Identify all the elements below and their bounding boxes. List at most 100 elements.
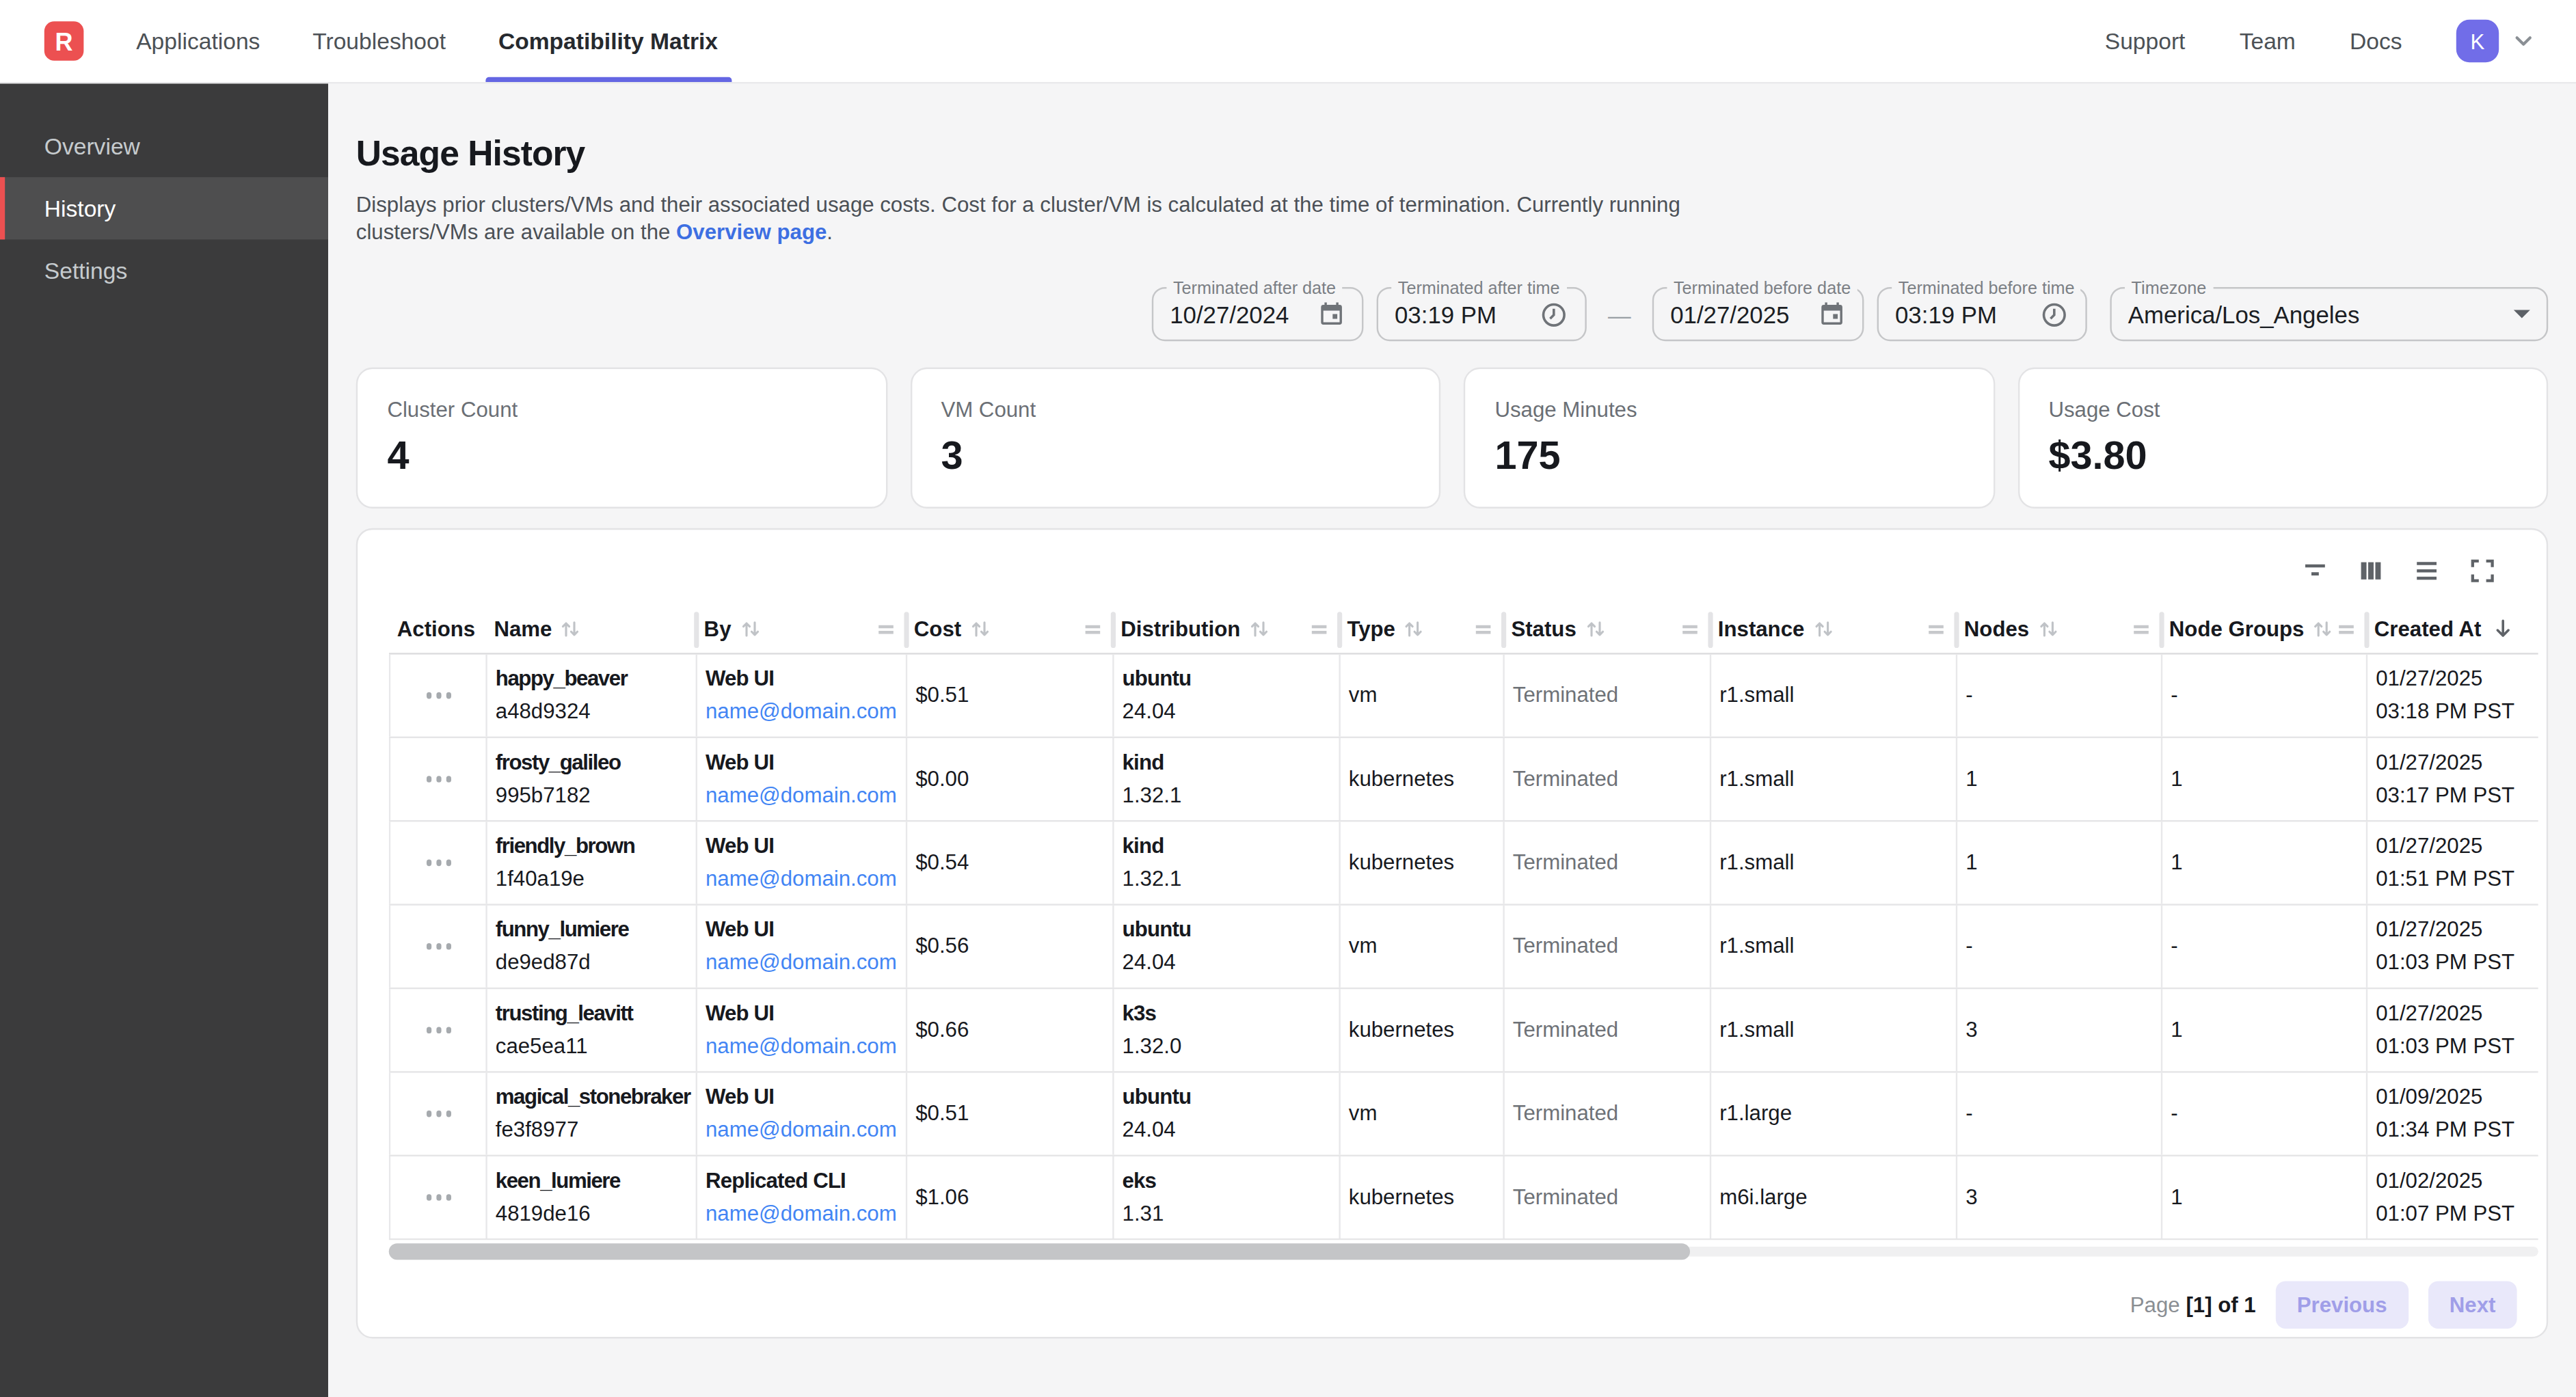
created-by: Web UI [706,663,899,696]
type-value: kubernetes [1349,1181,1497,1214]
columns-icon[interactable] [2356,556,2385,586]
stat-label: VM Count [941,397,1409,422]
replicated-logo[interactable]: R [44,21,84,61]
stat-usage-cost: Usage Cost $3.80 [2017,368,2548,508]
column-header-distribution[interactable]: Distribution [1112,606,1339,653]
creator-email-link[interactable]: name@domain.com [706,1030,899,1063]
column-menu-icon[interactable] [2132,619,2151,639]
sidebar-item-overview[interactable]: Overview [0,115,328,177]
sidebar-item-settings[interactable]: Settings [0,239,328,301]
column-menu-icon[interactable] [2337,619,2357,639]
type-value: kubernetes [1349,1014,1497,1046]
creator-email-link[interactable]: name@domain.com [706,947,899,979]
usage-table-card: Actions NameByCost Distribution TypeStatusI… [356,528,2548,1339]
creator-email-link[interactable]: name@domain.com [706,863,899,895]
nav-link-support[interactable]: Support [2105,28,2186,54]
nodes-value: - [1965,679,2154,712]
nodes-value: 1 [1965,763,2154,796]
table-toolbar [358,556,2497,586]
calendar-icon[interactable] [1818,300,1846,328]
avatar[interactable]: K [2456,20,2499,62]
row-actions-button[interactable] [389,822,486,904]
column-menu-icon[interactable] [1680,619,1700,639]
timezone-select[interactable]: Timezone America/Los_Angeles [2110,287,2548,341]
column-menu-icon[interactable] [1309,619,1329,639]
row-actions-button[interactable] [389,989,486,1071]
terminated-after-time-field[interactable]: Terminated after time 03:19 PM [1377,287,1587,341]
clock-icon[interactable] [1539,299,1568,329]
column-label: Nodes [1964,616,2029,641]
instance-value: r1.small [1719,679,1949,712]
clock-icon[interactable] [2039,299,2069,329]
creator-email-link[interactable]: name@domain.com [706,779,899,812]
row-actions-button[interactable] [389,1156,486,1238]
table-row: happy_beavera48d9324Web UIname@domain.co… [389,655,2538,738]
nodes-value: - [1965,930,2154,963]
table-row: funny_lumierede9ed87dWeb UIname@domain.c… [389,906,2538,989]
column-header-created_at[interactable]: Created At [2366,606,2538,653]
distribution-version: 24.04 [1123,696,1332,729]
row-actions-button[interactable] [389,906,486,988]
nodes-value: 1 [1965,846,2154,879]
cell-name: trusting_leavittcae5ea11 [485,989,695,1071]
column-header-nodes[interactable]: Nodes [1956,606,2161,653]
page-value: [1] [2186,1292,2212,1317]
density-icon[interactable] [2412,556,2441,586]
field-value: 01/27/2025 [1670,301,1789,327]
row-actions-button[interactable] [389,738,486,820]
row-actions-button[interactable] [389,1073,486,1155]
terminated-after-date-field[interactable]: Terminated after date 10/27/2024 [1152,287,1364,341]
creator-email-link[interactable]: name@domain.com [706,696,899,729]
cluster-id: cae5ea11 [496,1030,689,1063]
column-header-status[interactable]: Status [1503,606,1709,653]
column-header-by[interactable]: By [696,606,906,653]
overview-page-link[interactable]: Overview page [676,219,827,243]
distribution-name: kind [1123,746,1332,779]
previous-button[interactable]: Previous [2276,1281,2409,1329]
scrollbar-thumb[interactable] [389,1243,1689,1260]
tab-troubleshoot[interactable]: Troubleshoot [299,0,459,82]
ellipsis-icon [426,1027,451,1033]
row-actions-button[interactable] [389,655,486,737]
field-label: Terminated before time [1892,277,2081,297]
created-by: Web UI [706,746,899,779]
column-header-cost[interactable]: Cost [906,606,1112,653]
cell-nodes: 3 [1956,989,2161,1071]
next-button[interactable]: Next [2428,1281,2517,1329]
stat-cluster-count: Cluster Count 4 [356,368,887,508]
cell-nodes: 1 [1956,738,2161,820]
instance-value: r1.small [1719,846,1949,879]
column-menu-icon[interactable] [1927,619,1946,639]
column-menu-icon[interactable] [1083,619,1103,639]
column-label: Actions [397,616,475,641]
nav-link-team[interactable]: Team [2240,28,2296,54]
column-label: Distribution [1121,616,1240,641]
creator-email-link[interactable]: name@domain.com [706,1114,899,1147]
column-header-instance[interactable]: Instance [1710,606,1956,653]
sidebar-item-history[interactable]: History [0,177,328,239]
horizontal-scrollbar[interactable] [389,1243,2538,1260]
creator-email-link[interactable]: name@domain.com [706,1197,899,1230]
calendar-icon[interactable] [1317,300,1345,328]
distribution-version: 1.32.1 [1123,863,1332,895]
terminated-before-date-field[interactable]: Terminated before date 01/27/2025 [1652,287,1864,341]
column-header-node_groups[interactable]: Node Groups [2161,606,2366,653]
column-header-type[interactable]: Type [1339,606,1503,653]
cell-instance: r1.large [1710,1073,1956,1155]
cell-created-at: 01/09/202501:34 PM PST [2366,1073,2538,1155]
nav-link-docs[interactable]: Docs [2350,28,2402,54]
column-header-name[interactable]: Name [485,606,695,653]
distribution-name: ubuntu [1123,914,1332,947]
field-value: 03:19 PM [1395,301,1497,327]
table-row: frosty_galileo995b7182Web UIname@domain.… [389,738,2538,822]
column-menu-icon[interactable] [1473,619,1493,639]
terminated-before-time-field[interactable]: Terminated before time 03:19 PM [1877,287,2087,341]
tab-applications[interactable]: Applications [123,0,273,82]
column-menu-icon[interactable] [876,619,896,639]
tab-compatibility-matrix[interactable]: Compatibility Matrix [485,0,732,82]
fullscreen-icon[interactable] [2468,556,2497,586]
chevron-down-icon[interactable] [2510,28,2536,54]
cell-created-at: 01/27/202501:51 PM PST [2366,822,2538,904]
cluster-name: trusting_leavitt [496,997,689,1030]
filter-icon[interactable] [2300,556,2330,586]
